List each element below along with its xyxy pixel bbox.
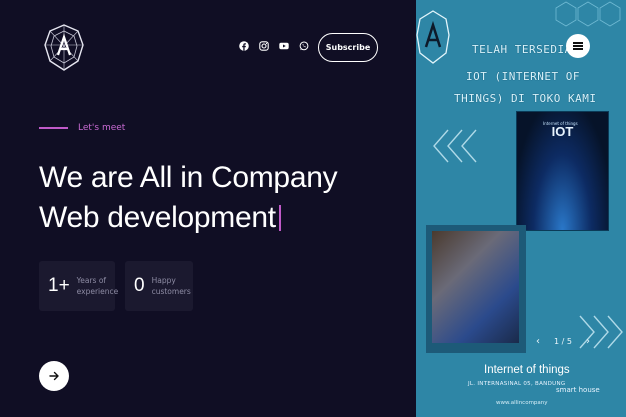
- eyebrow: Let's meet: [39, 123, 125, 133]
- stat-label: Happy customers: [152, 275, 191, 297]
- stat-card-experience: 1+ Years of experience: [39, 261, 118, 311]
- eyebrow-text: Let's meet: [78, 123, 126, 133]
- instagram-icon[interactable]: [258, 40, 269, 51]
- hamburger-icon: [573, 43, 583, 49]
- arrow-right-icon: [49, 371, 59, 381]
- stat-label-line: Years of: [76, 276, 107, 285]
- typing-cursor: [278, 205, 281, 231]
- stat-label: Years of experience: [77, 275, 119, 297]
- stat-number: 0: [134, 275, 145, 296]
- stat-label-line: Happy: [151, 276, 176, 285]
- eyebrow-line: [39, 127, 68, 129]
- pager-count: 1 / 5: [554, 337, 572, 346]
- hexagon-pattern: [555, 1, 621, 27]
- scroll-next-button[interactable]: [39, 361, 69, 391]
- banner-caption-title: Internet of things: [484, 364, 570, 376]
- banner-heading-line-3: THINGS) DI TOKO KAMI: [454, 92, 597, 105]
- youtube-icon[interactable]: [278, 40, 289, 51]
- stat-label-line: customers: [151, 287, 191, 296]
- hero-section: Subscribe Let's meet We are All in Compa…: [0, 0, 416, 417]
- headline-line-2: Web development: [39, 201, 276, 234]
- headline-line-1: We are All in Company: [39, 161, 338, 194]
- menu-button[interactable]: [566, 34, 590, 58]
- subscribe-button[interactable]: Subscribe: [318, 33, 378, 62]
- stat-label-line: experience: [76, 287, 119, 296]
- prev-slide-icon[interactable]: ‹: [536, 336, 540, 347]
- stat-number: 1+: [48, 275, 70, 296]
- slider-pager: ‹ 1 / 5 ›: [536, 336, 590, 347]
- whatsapp-icon[interactable]: [298, 40, 309, 51]
- banner-caption-url: www.allincompany: [496, 400, 548, 406]
- facebook-icon[interactable]: [238, 40, 249, 51]
- pcb-image: [432, 231, 519, 343]
- next-slide-icon[interactable]: ›: [586, 336, 590, 347]
- banner-heading-line-2: IOT (INTERNET OF: [466, 70, 580, 83]
- promo-banner: TELAH TERSEDIA IOT (INTERNET OF THINGS) …: [416, 0, 626, 417]
- social-links: [238, 40, 309, 51]
- stat-card-customers: 0 Happy customers: [125, 261, 193, 311]
- banner-heading-line-1: TELAH TERSEDIA: [472, 43, 572, 56]
- chevron-left-decor-icon: [433, 129, 477, 163]
- company-logo[interactable]: [43, 23, 85, 75]
- iot-image-title: IOT: [551, 124, 574, 139]
- banner-caption-address: JL. INTERNASINAL 05, BANDUNG: [468, 381, 566, 387]
- banner-logo-icon: [416, 10, 450, 64]
- iot-image: Internet of things IOT: [516, 111, 609, 231]
- page-title: We are All in Company Web development: [39, 158, 338, 238]
- banner-caption-sub: smart house: [556, 386, 600, 394]
